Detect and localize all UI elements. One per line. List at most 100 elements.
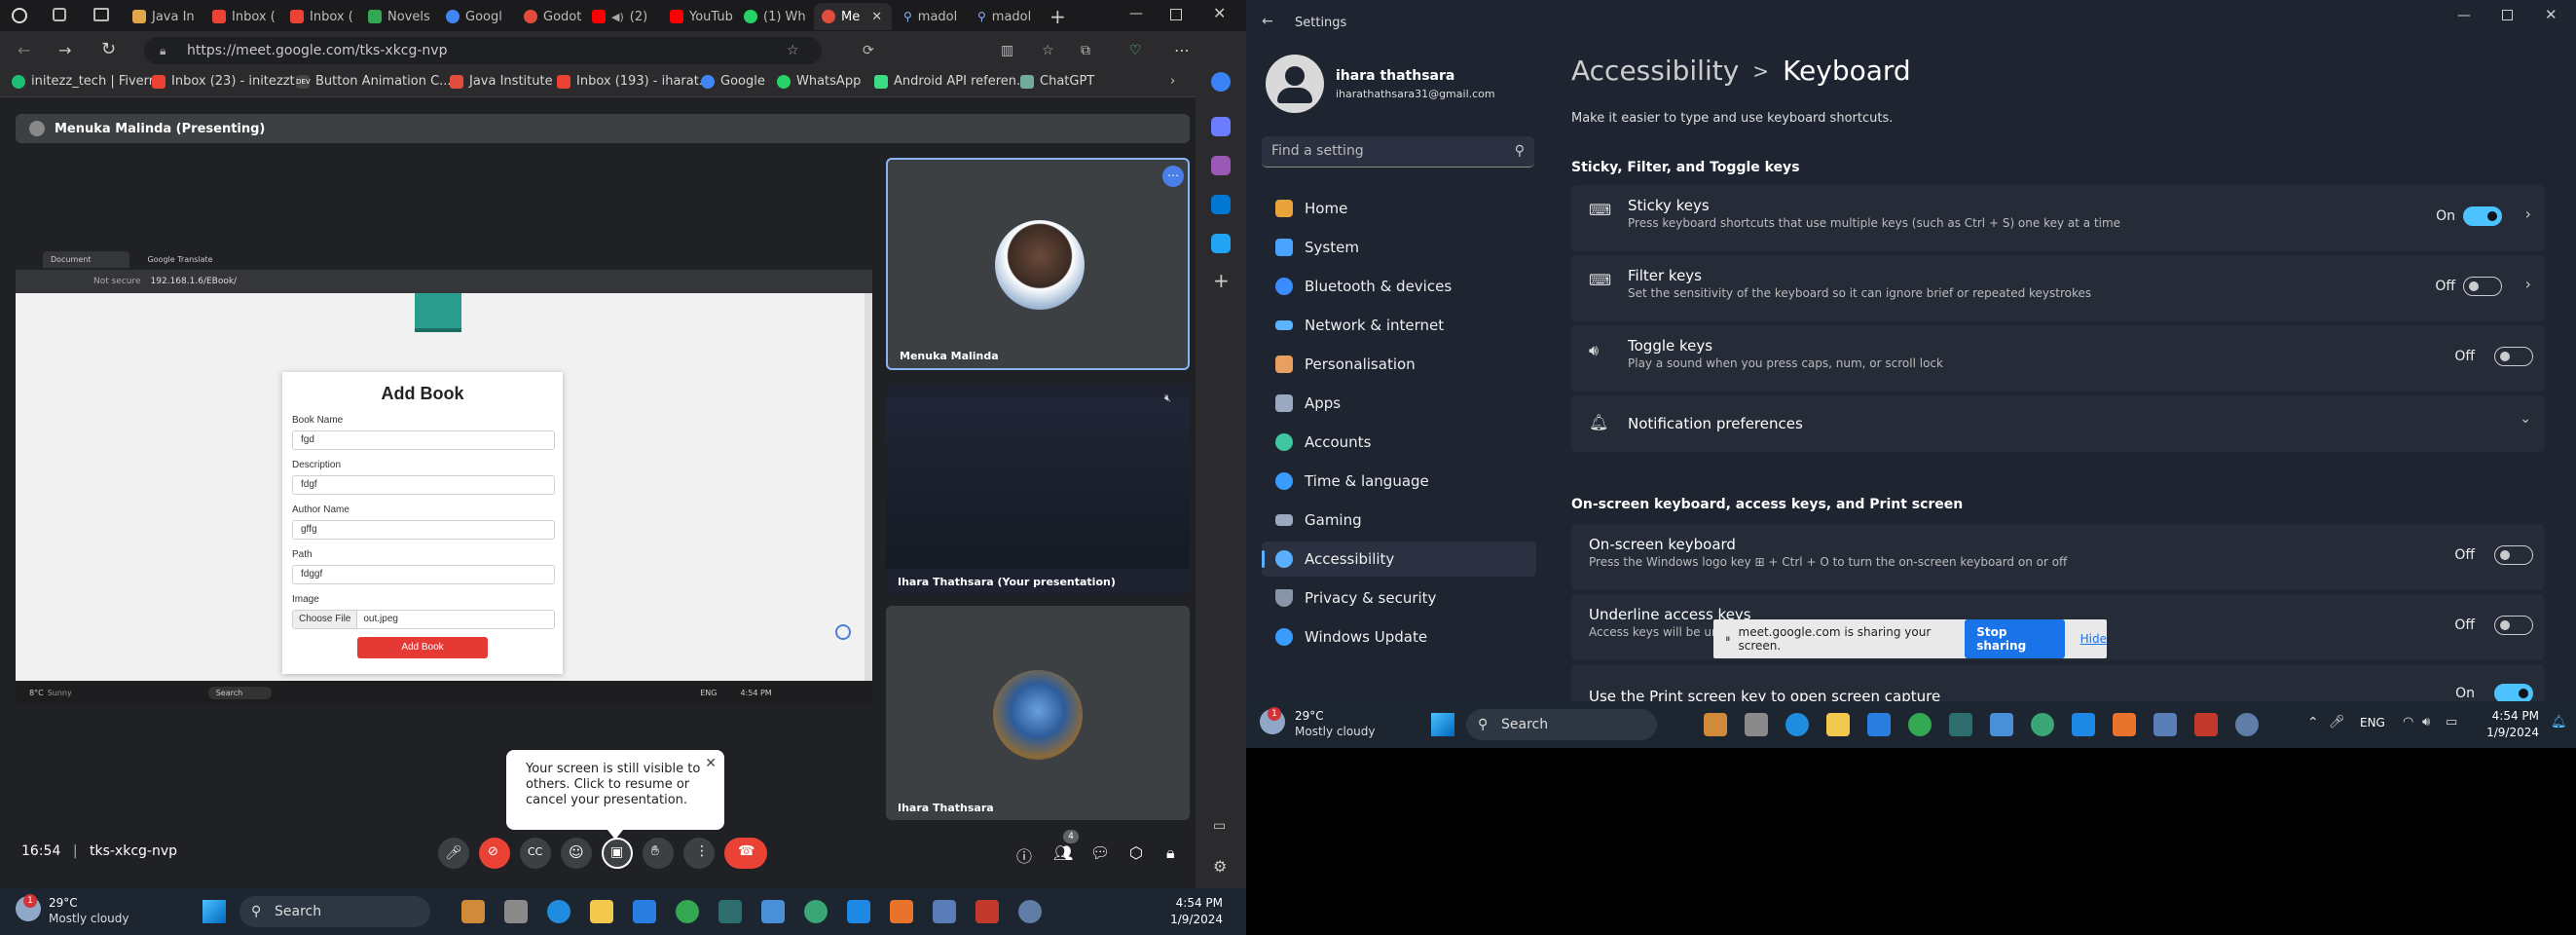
find-setting-input[interactable]: Find a setting ⚲ — [1262, 136, 1534, 168]
heart-extension-icon[interactable]: ♡ — [1129, 43, 1142, 58]
book-name-input[interactable]: fgd — [292, 430, 555, 450]
vscode-icon[interactable] — [2072, 713, 2095, 736]
browser-tab[interactable]: Inbox ( — [204, 3, 282, 30]
nav-item-personalisation[interactable]: Personalisation — [1262, 347, 1536, 382]
nav-item-accounts[interactable]: Accounts — [1262, 425, 1536, 460]
minimize-button[interactable]: — — [1129, 6, 1143, 21]
split-screen-icon[interactable]: ▥ — [1001, 43, 1013, 58]
search-icon[interactable] — [1211, 72, 1231, 92]
author-name-input[interactable]: gffg — [292, 520, 555, 540]
settings-gear-icon[interactable] — [1018, 900, 1042, 923]
host-controls-icon[interactable]: 🔒︎ — [1166, 843, 1175, 863]
browser-tab[interactable]: Godot — [516, 3, 594, 30]
wifi-icon[interactable]: ◠ — [2403, 715, 2413, 729]
settings-gear-icon[interactable]: ⚙ — [1213, 857, 1227, 876]
leave-call-button[interactable]: ☎ — [724, 838, 767, 869]
edge-icon[interactable] — [547, 900, 570, 923]
back-arrow-icon[interactable]: ← — [1262, 14, 1273, 29]
participant-tile[interactable]: 🔇︎ Ihara Thathsara (Your presentation) — [886, 384, 1190, 594]
app-icon[interactable] — [975, 900, 999, 923]
bookmark-item[interactable]: Google — [701, 74, 765, 89]
setting-sticky-keys[interactable]: ⌨︎ Sticky keys Press keyboard shortcuts … — [1571, 185, 2545, 251]
workspaces-icon[interactable] — [53, 8, 66, 21]
browser-tab[interactable]: Novels — [360, 3, 438, 30]
edge-icon[interactable] — [1785, 713, 1809, 736]
battery-icon[interactable]: ▭ — [2446, 715, 2457, 729]
bookmark-item[interactable]: initezz_tech | Fiverr — [12, 74, 154, 89]
chrome-icon[interactable] — [676, 900, 699, 923]
more-bookmarks-icon[interactable]: › — [1170, 74, 1175, 89]
browser-tab[interactable]: Googl — [438, 3, 516, 30]
setting-print-screen[interactable]: Use the Print screen key to open screen … — [1571, 664, 2545, 703]
present-button[interactable]: ▣ — [602, 838, 633, 869]
clock-date[interactable]: 1/9/2024 — [1155, 913, 1223, 926]
close-window-button[interactable]: ✕ — [1213, 4, 1226, 22]
nav-item-gaming[interactable]: Gaming — [1262, 503, 1536, 538]
browser-tab[interactable]: ⚲ madol — [896, 3, 974, 30]
mail-icon[interactable] — [633, 900, 656, 923]
breadcrumb-parent[interactable]: Accessibility — [1571, 55, 1739, 87]
file-explorer-icon[interactable] — [1826, 713, 1850, 736]
favorite-star-icon[interactable]: ☆ — [787, 37, 799, 64]
terminal-icon[interactable] — [1949, 713, 1972, 736]
back-arrow-icon[interactable]: ← — [18, 41, 30, 59]
microphone-button[interactable]: 🎤︎ — [438, 838, 469, 869]
bookmark-item[interactable]: Android API referen... — [874, 74, 1028, 89]
app-icon[interactable] — [933, 900, 956, 923]
collections-icon[interactable]: ⧉ — [1081, 43, 1090, 58]
xampp-icon[interactable] — [890, 900, 913, 923]
new-tab-button[interactable]: + — [1049, 5, 1066, 28]
nav-item-privacy[interactable]: Privacy & security — [1262, 580, 1536, 616]
outlook-icon[interactable] — [1211, 195, 1231, 214]
language-indicator[interactable]: ENG — [2360, 716, 2385, 729]
close-tab-icon[interactable]: ✕ — [871, 10, 882, 24]
nav-item-windows-update[interactable]: Windows Update — [1262, 619, 1536, 654]
browser-tab[interactable]: Inbox ( — [282, 3, 360, 30]
print-screen-toggle[interactable] — [2494, 684, 2533, 703]
description-input[interactable]: fdgf — [292, 475, 555, 495]
clock-date[interactable]: 1/9/2024 — [2475, 726, 2539, 739]
task-view-icon[interactable] — [1745, 713, 1768, 736]
hide-link[interactable]: Hide — [2080, 632, 2107, 646]
forward-arrow-icon[interactable]: → — [58, 41, 71, 59]
xampp-icon[interactable] — [2113, 713, 2136, 736]
volume-icon[interactable]: 🔊︎ — [2422, 715, 2430, 729]
chevron-down-icon[interactable]: ⌄ — [2520, 411, 2531, 427]
drag-handle-icon[interactable]: ⏸ — [1725, 632, 1731, 646]
on-screen-keyboard-toggle[interactable] — [2494, 545, 2533, 565]
camera-off-button[interactable]: ⊘ — [479, 838, 510, 869]
task-view-icon[interactable] — [504, 900, 528, 923]
chevron-up-icon[interactable]: ⌃ — [2307, 715, 2319, 730]
chevron-right-icon[interactable]: › — [2525, 205, 2531, 223]
underline-access-keys-toggle[interactable] — [2494, 616, 2533, 635]
bookmark-item[interactable]: WhatsApp — [777, 74, 861, 89]
scrollbar[interactable] — [865, 293, 872, 681]
chevron-right-icon[interactable]: › — [2525, 275, 2531, 293]
sidebar-layout-icon[interactable]: ▭ — [1213, 818, 1226, 834]
bookmark-item[interactable]: ChatGPT — [1020, 74, 1094, 89]
browser-tab-active[interactable]: Me ✕ — [814, 3, 892, 30]
toggle-keys-toggle[interactable] — [2494, 347, 2533, 366]
maximize-button[interactable] — [2502, 10, 2513, 20]
close-window-button[interactable]: ✕ — [2545, 6, 2558, 23]
more-options-icon[interactable]: ⋯ — [1162, 166, 1184, 187]
taskbar-search[interactable]: ⚲ Search — [239, 896, 430, 927]
hs-app-icon[interactable] — [804, 900, 828, 923]
maximize-button[interactable] — [1170, 9, 1182, 20]
info-icon[interactable]: ⓘ — [1016, 843, 1032, 867]
nav-item-home[interactable]: Home — [1262, 191, 1536, 226]
activities-icon[interactable]: ⬡ — [1129, 843, 1143, 862]
nav-item-apps[interactable]: Apps — [1262, 386, 1536, 421]
windows-start-icon[interactable] — [1431, 713, 1454, 736]
bookmark-item[interactable]: Inbox (193) - iharat... — [557, 74, 711, 89]
tab-actions-icon[interactable] — [93, 8, 109, 21]
setting-on-screen-keyboard[interactable]: On-screen keyboard Press the Windows log… — [1571, 524, 2545, 590]
stop-sharing-button[interactable]: Stop sharing — [1965, 619, 2065, 658]
bookmark-item[interactable]: DEV Button Animation C... — [296, 74, 452, 89]
browser-tab[interactable]: YouTub — [662, 3, 740, 30]
setting-filter-keys[interactable]: ⌨︎ Filter keys Set the sensitivity of th… — [1571, 255, 2545, 321]
participant-tile[interactable]: Ihara Thathsara — [886, 606, 1190, 820]
filter-keys-toggle[interactable] — [2463, 277, 2502, 296]
tools-icon[interactable] — [1211, 156, 1231, 175]
terminal-icon[interactable] — [718, 900, 742, 923]
